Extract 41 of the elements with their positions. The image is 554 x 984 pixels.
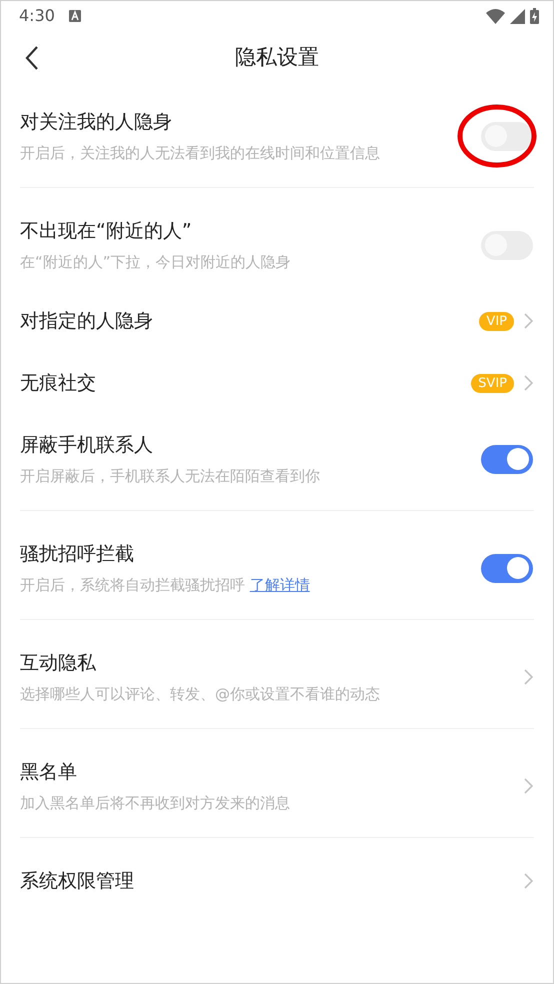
settings-row[interactable]: 不出现在“附近的人” 在“附近的人”下拉，今日对附近的人隐身 [1,200,553,290]
page-title: 隐私设置 [235,44,319,72]
setting-description: 加入黑名单后将不再收到对方发来的消息 [20,794,290,812]
toggle-switch[interactable] [481,554,533,582]
signal-icon [510,8,525,24]
settings-row[interactable]: 对指定的人隐身 VIP [1,290,553,352]
setting-title: 黑名单 [20,760,78,785]
setting-title: 对指定的人隐身 [20,309,153,334]
chevron-right-icon [524,873,533,889]
chevron-right-icon [524,313,533,329]
setting-title: 互动隐私 [20,651,97,676]
settings-row[interactable]: 系统权限管理 [1,850,553,912]
battery-icon [530,8,539,24]
chevron-right-icon [524,669,533,685]
settings-row[interactable]: 对关注我的人隐身 开启后，关注我的人无法看到我的在线时间和位置信息 [1,91,553,181]
settings-row[interactable]: 无痕社交 SVIP [1,352,553,414]
setting-title: 对关注我的人隐身 [20,110,173,135]
setting-title: 骚扰招呼拦截 [20,542,135,567]
status-time: 4:30 [19,5,55,27]
setting-description: 选择哪些人可以评论、转发、@你或设置不看谁的动态 [20,685,380,703]
learn-more-link[interactable]: 了解详情 [250,576,310,594]
setting-title: 屏蔽手机联系人 [20,433,154,458]
setting-description: 开启屏蔽后，手机联系人无法在陌陌查看到你 [20,467,320,485]
settings-row[interactable]: 屏蔽手机联系人 开启屏蔽后，手机联系人无法在陌陌查看到你 [1,414,553,504]
setting-title: 不出现在“附近的人” [20,219,193,244]
setting-title: 系统权限管理 [20,869,134,894]
wifi-icon [486,8,505,24]
settings-row[interactable]: 骚扰招呼拦截 开启后，系统将自动拦截骚扰招呼 了解详情 [1,523,553,613]
membership-badge: SVIP [471,374,514,392]
membership-badge: VIP [479,312,514,330]
toggle-switch[interactable] [481,444,533,474]
setting-description: 开启后，关注我的人无法看到我的在线时间和位置信息 [20,144,380,162]
toggle-switch[interactable] [481,122,533,150]
notification-icon [68,10,81,22]
settings-row[interactable]: 黑名单 加入黑名单后将不再收到对方发来的消息 [1,741,553,831]
setting-title: 无痕社交 [20,371,96,396]
setting-description: 开启后，系统将自动拦截骚扰招呼 [20,576,245,594]
chevron-right-icon [524,375,533,391]
setting-description: 在“附近的人”下拉，今日对附近的人隐身 [20,253,291,271]
chevron-right-icon [524,778,533,794]
settings-row[interactable]: 互动隐私 选择哪些人可以评论、转发、@你或设置不看谁的动态 [1,632,553,722]
